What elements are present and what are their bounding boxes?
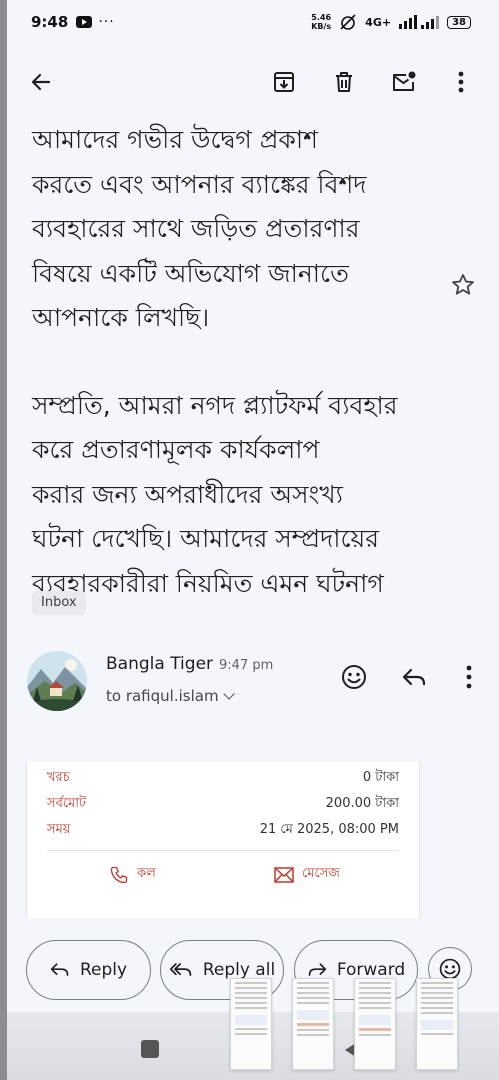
archive-button[interactable]: [266, 64, 302, 100]
card-row-value: 21 মে 2025, 08:00 PM: [259, 822, 399, 837]
status-time: 9:48: [31, 13, 69, 31]
sender-name-line[interactable]: Bangla Tiger 9:47 pm: [106, 654, 273, 674]
card-row-total: সর্বমোট 200.00 টাকা: [47, 794, 399, 814]
inbox-label-chip[interactable]: Inbox: [32, 591, 86, 615]
message-paragraph: সম্প্রতি, আমরা নগদ প্ল্যাটফর্ম ব্যবহার ক…: [32, 390, 398, 598]
reply-icon: [50, 963, 69, 976]
mobile-data-label: 4G+: [365, 15, 392, 29]
screenshot-thumbnail[interactable]: [292, 978, 334, 1070]
more-notifications-icon: ···: [98, 14, 115, 30]
card-row-label: সর্বমোট: [47, 796, 87, 811]
reply-icon: [402, 668, 426, 686]
screenshot-thumbnail[interactable]: [416, 978, 458, 1070]
trash-icon: [336, 72, 352, 92]
signal-strength-icon: [399, 15, 440, 29]
avatar[interactable]: [27, 651, 87, 711]
card-row-cost: খরচ 0 টাকা: [47, 768, 399, 788]
sent-time: 9:47 pm: [219, 658, 274, 673]
smiley-icon: [342, 665, 366, 689]
arrow-left-icon: [31, 73, 51, 91]
message-link[interactable]: মেসেজ: [274, 864, 340, 885]
message-label: মেসেজ: [302, 866, 340, 881]
recipient-text: to rafiqul.islam: [106, 687, 219, 705]
reply-label: Reply: [79, 960, 128, 980]
chevron-down-icon: [222, 688, 235, 700]
screenshot-thumbnail[interactable]: [230, 978, 272, 1070]
more-options-button[interactable]: [443, 64, 479, 100]
archive-icon: [274, 72, 294, 92]
star-button[interactable]: [450, 272, 476, 298]
battery-indicator: 38: [447, 15, 471, 29]
card-row-value: 200.00 টাকা: [325, 796, 399, 811]
top-app-bar: [7, 52, 499, 112]
alarm-off-icon: [340, 14, 356, 30]
screenshot-thumbnail[interactable]: [354, 978, 396, 1070]
message-body: আমাদের গভীর উদ্বেগ প্রকাশ করতে এবং আপনার…: [32, 118, 442, 606]
sender-header: Bangla Tiger 9:47 pm to rafiqul.islam: [27, 651, 477, 713]
transaction-card: খরচ 0 টাকা সর্বমোট 200.00 টাকা সময় 21 ম…: [26, 762, 420, 918]
reply-icon-button[interactable]: [400, 663, 430, 693]
delete-button[interactable]: [326, 64, 362, 100]
call-label: কল: [137, 866, 156, 881]
card-row-label: খরচ: [47, 770, 70, 785]
add-reaction-button[interactable]: [340, 663, 370, 693]
network-speed-unit: KB/s: [311, 22, 332, 31]
message-paragraph: আমাদের গভীর উদ্বেগ প্রকাশ করতে এবং আপনার…: [32, 125, 367, 332]
reply-all-label: Reply all: [202, 960, 276, 980]
star-outline-icon: [452, 274, 474, 295]
phone-icon: [110, 866, 128, 883]
recipient-details-toggle[interactable]: to rafiqul.islam: [106, 687, 235, 705]
card-row-label: সময়: [47, 822, 71, 837]
card-row-value: 0 টাকা: [362, 770, 399, 785]
sender-name: Bangla Tiger: [106, 654, 214, 674]
forward-icon: [308, 963, 326, 976]
back-button[interactable]: [23, 64, 59, 100]
more-vert-icon: [466, 665, 472, 689]
mark-unread-icon: [393, 71, 416, 91]
card-divider: [47, 850, 399, 851]
window-edge: [0, 0, 7, 1080]
reply-button[interactable]: Reply: [26, 940, 151, 1000]
more-vert-icon: [458, 71, 464, 93]
reply-all-icon: [169, 963, 192, 976]
recents-icon[interactable]: [141, 1040, 159, 1058]
network-speed-value: 5.46: [311, 13, 332, 22]
mail-icon: [274, 866, 294, 883]
forward-label: Forward: [336, 960, 406, 980]
card-row-time: সময় 21 মে 2025, 08:00 PM: [47, 820, 399, 840]
avatar-landscape-image: [27, 651, 87, 711]
message-more-button[interactable]: [455, 663, 485, 693]
network-speed: 5.46 KB/s: [311, 13, 331, 31]
status-bar: 9:48 ··· 5.46 KB/s 4G+ 38: [7, 0, 499, 44]
youtube-notification-icon: [76, 16, 93, 28]
mark-unread-button[interactable]: [386, 64, 422, 100]
call-link[interactable]: কল: [109, 864, 156, 885]
